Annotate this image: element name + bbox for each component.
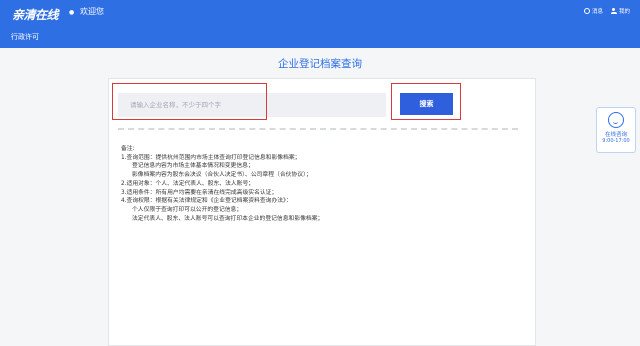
note-line: 个人仅限于查询打印可以公开的登记信息；	[132, 206, 243, 213]
customer-service-icon	[608, 112, 624, 128]
dashed-divider	[118, 128, 518, 130]
note-line: 4.查询权限：根据有关法律规定和《企业登记档案资料查询办法》：	[121, 198, 292, 205]
mine-link[interactable]: 我的	[610, 7, 630, 15]
online-consult-label: 在线咨询	[604, 132, 627, 138]
site-logo[interactable]: 亲清在线	[12, 6, 59, 23]
note-line: 影像档案内容为股东会决议（合伙人决定书）、公司章程（合伙协议）；	[132, 172, 312, 179]
top-header: 亲清在线 ● 欢迎您 行政许可 消息 我的	[0, 0, 640, 48]
messages-link[interactable]: 消息	[583, 7, 603, 15]
nav-item-administrative-permit[interactable]: 行政许可	[11, 32, 39, 42]
notes-section: 备注: 1.查询范围：提供杭州范围内市场主体查询打印登记信息和影像档案； 登记信…	[121, 145, 323, 223]
logo-dot-icon: ●	[69, 9, 75, 16]
note-line: 法定代表人、股东、法人账号可以查询打印本企业的登记信息和影像档案；	[132, 215, 324, 222]
service-hours: 9:00-17:00	[602, 138, 630, 144]
notes-heading: 备注:	[121, 146, 135, 152]
message-icon	[583, 8, 590, 14]
note-line: 登记信息内容为市场主体基本情况和变更信息；	[132, 163, 254, 170]
note-line: 3.适用条件：所有用户均需要在亲清在线完成高级实名认证；	[121, 189, 278, 196]
highlight-box-input	[112, 83, 267, 120]
welcome-text: 欢迎您	[80, 7, 104, 16]
header-actions: 消息 我的	[583, 7, 630, 15]
online-consult-widget[interactable]: 在线咨询 9:00-17:00	[596, 107, 636, 153]
highlight-box-button	[391, 83, 461, 120]
user-icon	[610, 8, 617, 14]
messages-label: 消息	[591, 9, 603, 15]
page-title: 企业登记档案查询	[278, 58, 362, 70]
mine-label: 我的	[618, 9, 630, 15]
note-line: 1.查询范围：提供杭州范围内市场主体查询打印登记信息和影像档案；	[121, 154, 301, 161]
note-line: 2.适用对象：个人、法定代表人、股东、法人账号；	[121, 180, 255, 187]
